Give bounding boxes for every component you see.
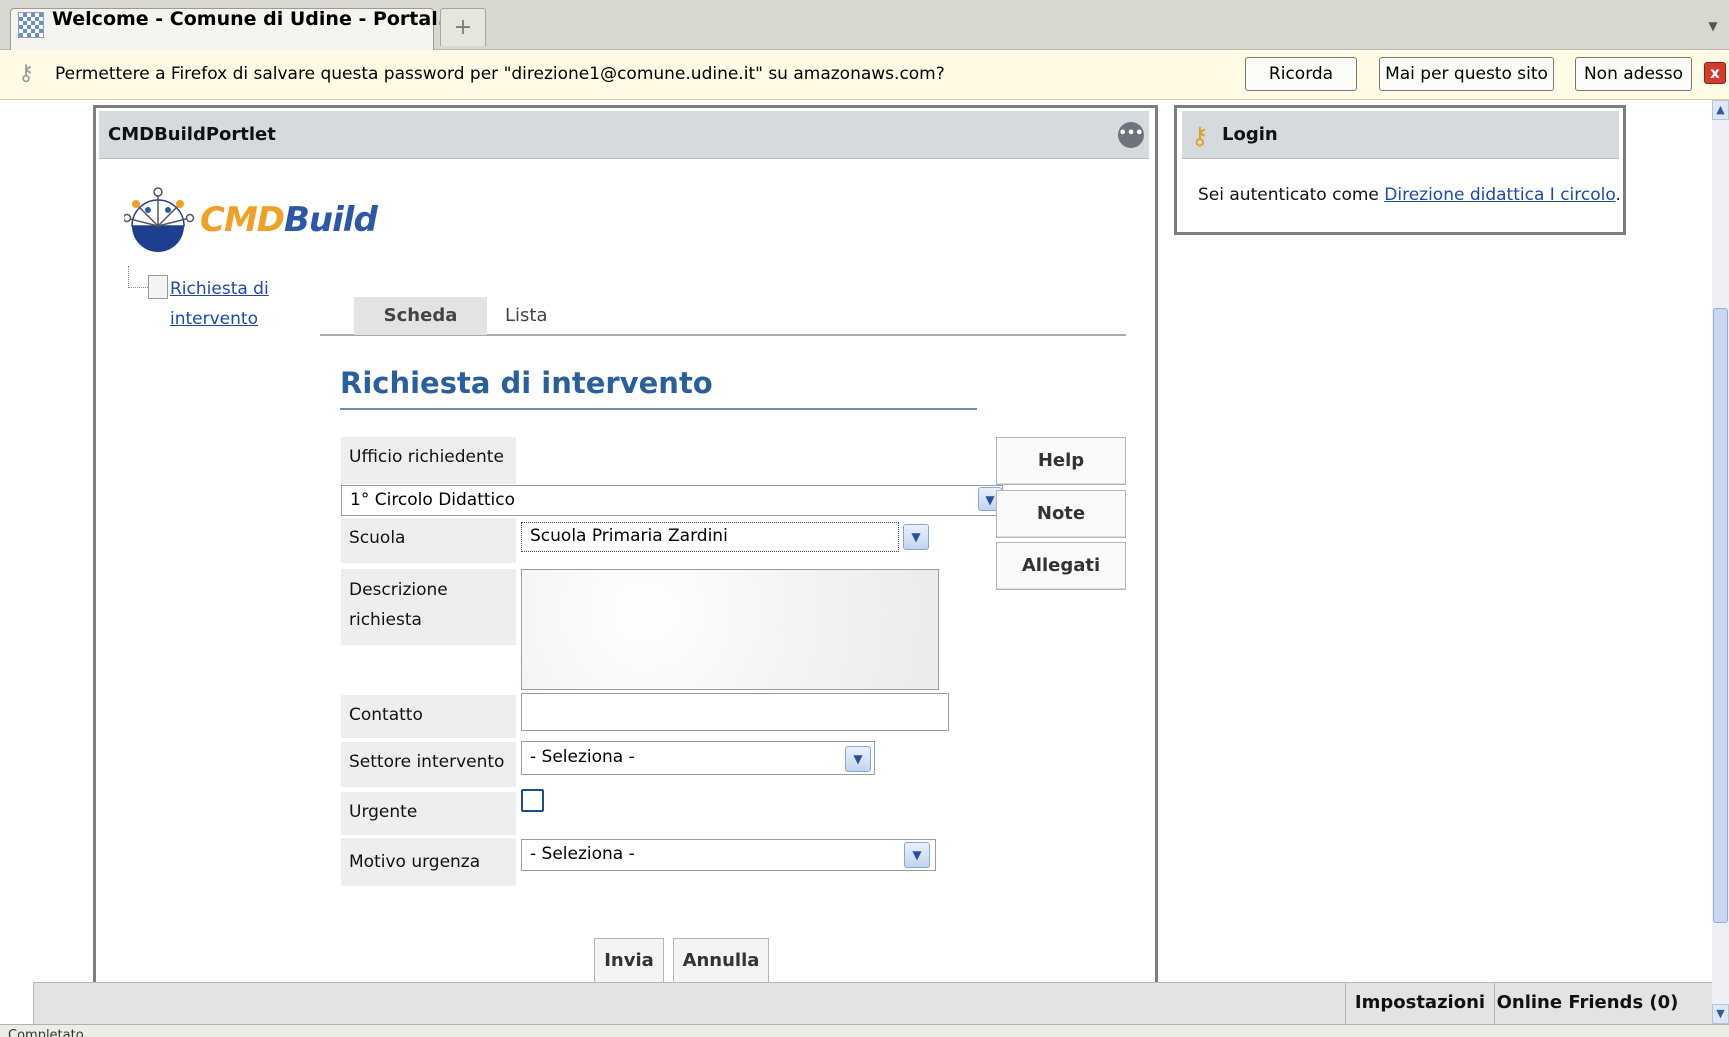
settore-label: Settore intervento bbox=[341, 742, 516, 787]
form-title-underline bbox=[340, 408, 977, 410]
motivo-select[interactable]: - Seleziona - bbox=[521, 839, 936, 871]
scuola-select[interactable]: Scuola Primaria Zardini bbox=[521, 522, 899, 552]
form-title: Richiesta di intervento bbox=[340, 366, 713, 400]
tab-scheda[interactable]: Scheda bbox=[354, 297, 487, 335]
notification-text: Permettere a Firefox di salvare questa p… bbox=[55, 64, 945, 84]
annulla-button[interactable]: Annulla bbox=[673, 938, 769, 984]
user-profile-link[interactable]: Direzione didattica I circolo bbox=[1384, 185, 1615, 205]
descrizione-textarea[interactable] bbox=[521, 569, 939, 690]
login-text-prefix: Sei autenticato come bbox=[1198, 185, 1385, 205]
allegati-button[interactable]: Allegati bbox=[996, 542, 1126, 590]
chevron-down-icon[interactable]: ▼ bbox=[903, 524, 929, 550]
key-icon: ⚷ bbox=[1191, 122, 1209, 150]
settore-select[interactable]: - Seleziona - bbox=[521, 741, 875, 775]
chevron-down-icon[interactable]: ▼ bbox=[845, 746, 871, 772]
remember-button[interactable]: Ricorda bbox=[1245, 57, 1357, 91]
chevron-down-icon[interactable]: ▼ bbox=[904, 842, 930, 868]
tree-connector bbox=[128, 266, 150, 288]
login-portlet-title: Login bbox=[1222, 124, 1278, 145]
contatto-label: Contatto bbox=[341, 695, 516, 738]
key-icon: ⚷ bbox=[18, 61, 35, 86]
settings-button[interactable]: Impostazioni bbox=[1345, 982, 1494, 1024]
note-button[interactable]: Note bbox=[996, 490, 1126, 538]
close-icon[interactable]: x bbox=[1704, 62, 1726, 84]
scrollbar-thumb[interactable] bbox=[1713, 308, 1728, 923]
help-button[interactable]: Help bbox=[996, 437, 1126, 485]
online-friends-button[interactable]: Online Friends (0) bbox=[1494, 982, 1680, 1024]
favicon-icon bbox=[18, 12, 44, 38]
scuola-label: Scuola bbox=[341, 518, 516, 563]
descrizione-label: Descrizione richiesta bbox=[341, 569, 516, 645]
login-status-text: Sei autenticato come Direzione didattica… bbox=[1198, 185, 1621, 205]
scroll-down-arrow-icon[interactable]: ▼ bbox=[1712, 1004, 1729, 1024]
ufficio-select[interactable]: 1° Circolo Didattico bbox=[341, 485, 1003, 516]
never-for-site-button[interactable]: Mai per questo sito bbox=[1379, 57, 1554, 91]
tab-lista[interactable]: Lista bbox=[505, 297, 585, 335]
scroll-up-arrow-icon[interactable]: ▲ bbox=[1712, 100, 1729, 120]
contatto-input[interactable] bbox=[521, 693, 949, 731]
login-text-suffix: . bbox=[1615, 185, 1621, 205]
browser-tab-title: Welcome - Comune di Udine - Portal... bbox=[52, 8, 460, 30]
cmdbuild-logo-text: CMDBuild bbox=[200, 200, 378, 240]
urgente-label: Urgente bbox=[341, 792, 516, 835]
document-icon bbox=[148, 275, 168, 299]
tab-list-arrow-icon[interactable]: ▼ bbox=[1703, 16, 1723, 36]
tree-item-richiesta-intervento[interactable]: Richiesta di intervento bbox=[170, 274, 280, 334]
invia-button[interactable]: Invia bbox=[594, 938, 664, 984]
motivo-label: Motivo urgenza bbox=[341, 838, 516, 886]
status-bar: Completato bbox=[0, 1024, 1729, 1037]
ufficio-label: Ufficio richiedente bbox=[341, 437, 516, 484]
urgente-checkbox[interactable] bbox=[521, 789, 544, 812]
new-tab-button[interactable]: + bbox=[440, 8, 486, 46]
cmdbuild-portlet-title: CMDBuildPortlet bbox=[108, 124, 276, 145]
not-now-button[interactable]: Non adesso bbox=[1575, 57, 1692, 91]
portlet-options-icon[interactable]: ••• bbox=[1118, 122, 1144, 148]
